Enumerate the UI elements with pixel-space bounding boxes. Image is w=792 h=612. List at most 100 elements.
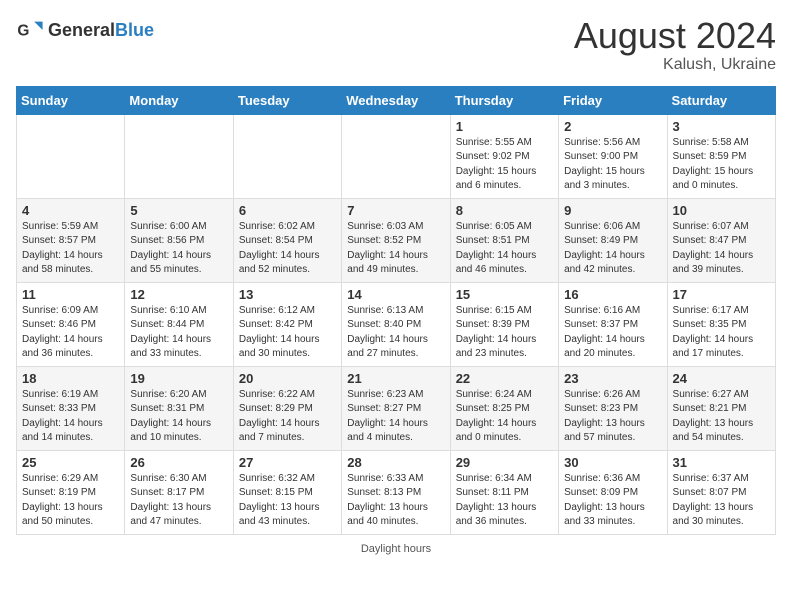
calendar-day-cell: 25Sunrise: 6:29 AM Sunset: 8:19 PM Dayli… bbox=[17, 450, 125, 534]
calendar-day-cell: 30 Sunrise: 6:36 AM Sunset: 8:09 PM Dayli… bbox=[559, 450, 667, 534]
calendar-day-cell: 6 Sunrise: 6:02 AM Sunset: 8:54 PM Daylig… bbox=[233, 198, 341, 282]
day-number: 22 bbox=[456, 371, 553, 386]
day-info: Sunrise: 6:00 AM Sunset: 8:56 PM Dayligh… bbox=[130, 220, 227, 278]
calendar-day-cell: 11 Sunrise: 6:09 AM Sunset: 8:46 PM Dayli… bbox=[17, 282, 125, 366]
day-info: Sunrise: 6:07 AM Sunset: 8:47 PM Dayligh… bbox=[673, 220, 770, 278]
day-info: Sunrise: 5:58 AM Sunset: 8:59 PM Dayligh… bbox=[673, 136, 770, 194]
calendar-day-cell bbox=[233, 114, 341, 198]
day-number: 6 bbox=[239, 203, 336, 218]
calendar-day-header: Thursday bbox=[450, 86, 558, 114]
day-info: Sunrise: 6:12 AM Sunset: 8:42 PM Dayligh… bbox=[239, 304, 336, 362]
footer-note: Daylight hours bbox=[16, 543, 776, 555]
calendar-day-cell: 9Sunrise: 6:06 AM Sunset: 8:49 PM Daylig… bbox=[559, 198, 667, 282]
day-info: Sunrise: 5:55 AM Sunset: 9:02 PM Dayligh… bbox=[456, 136, 553, 194]
day-info: Sunrise: 6:36 AM Sunset: 8:09 PM Dayligh… bbox=[564, 472, 661, 530]
logo: G GeneralBlue bbox=[16, 16, 154, 44]
calendar-day-cell: 24 Sunrise: 6:27 AM Sunset: 8:21 PM Dayli… bbox=[667, 366, 775, 450]
calendar-day-header: Saturday bbox=[667, 86, 775, 114]
day-number: 30 bbox=[564, 455, 661, 470]
day-info: Sunrise: 6:33 AM Sunset: 8:13 PM Dayligh… bbox=[347, 472, 444, 530]
calendar-day-cell bbox=[342, 114, 450, 198]
day-number: 23 bbox=[564, 371, 661, 386]
day-info: Sunrise: 6:20 AM Sunset: 8:31 PM Dayligh… bbox=[130, 388, 227, 446]
calendar-day-cell: 26Sunrise: 6:30 AM Sunset: 8:17 PM Dayli… bbox=[125, 450, 233, 534]
calendar-day-cell: 13Sunrise: 6:12 AM Sunset: 8:42 PM Dayli… bbox=[233, 282, 341, 366]
svg-text:G: G bbox=[17, 23, 29, 40]
calendar-day-cell: 4Sunrise: 5:59 AM Sunset: 8:57 PM Daylig… bbox=[17, 198, 125, 282]
calendar-day-cell: 20Sunrise: 6:22 AM Sunset: 8:29 PM Dayli… bbox=[233, 366, 341, 450]
day-info: Sunrise: 6:02 AM Sunset: 8:54 PM Dayligh… bbox=[239, 220, 336, 278]
calendar-week-row: 18 Sunrise: 6:19 AM Sunset: 8:33 PM Dayli… bbox=[17, 366, 776, 450]
calendar-header-row: SundayMondayTuesdayWednesdayThursdayFrid… bbox=[17, 86, 776, 114]
day-number: 4 bbox=[22, 203, 119, 218]
calendar-day-cell: 27Sunrise: 6:32 AM Sunset: 8:15 PM Dayli… bbox=[233, 450, 341, 534]
logo-icon: G bbox=[16, 16, 44, 44]
calendar-week-row: 11 Sunrise: 6:09 AM Sunset: 8:46 PM Dayli… bbox=[17, 282, 776, 366]
calendar-day-header: Wednesday bbox=[342, 86, 450, 114]
day-info: Sunrise: 6:09 AM Sunset: 8:46 PM Dayligh… bbox=[22, 304, 119, 362]
day-info: Sunrise: 6:26 AM Sunset: 8:23 PM Dayligh… bbox=[564, 388, 661, 446]
day-number: 10 bbox=[673, 203, 770, 218]
day-number: 21 bbox=[347, 371, 444, 386]
day-info: Sunrise: 6:19 AM Sunset: 8:33 PM Dayligh… bbox=[22, 388, 119, 446]
calendar-day-cell: 29 Sunrise: 6:34 AM Sunset: 8:11 PM Dayli… bbox=[450, 450, 558, 534]
day-number: 31 bbox=[673, 455, 770, 470]
day-info: Sunrise: 6:03 AM Sunset: 8:52 PM Dayligh… bbox=[347, 220, 444, 278]
calendar-day-cell: 17 Sunrise: 6:17 AM Sunset: 8:35 PM Dayli… bbox=[667, 282, 775, 366]
calendar-day-cell: 18 Sunrise: 6:19 AM Sunset: 8:33 PM Dayli… bbox=[17, 366, 125, 450]
calendar-day-cell: 14 Sunrise: 6:13 AM Sunset: 8:40 PM Dayli… bbox=[342, 282, 450, 366]
day-info: Sunrise: 6:13 AM Sunset: 8:40 PM Dayligh… bbox=[347, 304, 444, 362]
calendar-day-cell: 5 Sunrise: 6:00 AM Sunset: 8:56 PM Daylig… bbox=[125, 198, 233, 282]
day-number: 20 bbox=[239, 371, 336, 386]
day-number: 16 bbox=[564, 287, 661, 302]
calendar-day-cell: 23 Sunrise: 6:26 AM Sunset: 8:23 PM Dayli… bbox=[559, 366, 667, 450]
day-number: 19 bbox=[130, 371, 227, 386]
day-number: 14 bbox=[347, 287, 444, 302]
day-number: 18 bbox=[22, 371, 119, 386]
calendar-day-header: Sunday bbox=[17, 86, 125, 114]
day-number: 24 bbox=[673, 371, 770, 386]
calendar-day-cell: 22 Sunrise: 6:24 AM Sunset: 8:25 PM Dayli… bbox=[450, 366, 558, 450]
calendar-day-cell: 28 Sunrise: 6:33 AM Sunset: 8:13 PM Dayli… bbox=[342, 450, 450, 534]
day-number: 29 bbox=[456, 455, 553, 470]
calendar-day-cell: 10 Sunrise: 6:07 AM Sunset: 8:47 PM Dayli… bbox=[667, 198, 775, 282]
calendar-day-header: Monday bbox=[125, 86, 233, 114]
day-info: Sunrise: 6:17 AM Sunset: 8:35 PM Dayligh… bbox=[673, 304, 770, 362]
calendar-day-cell: 31 Sunrise: 6:37 AM Sunset: 8:07 PM Dayli… bbox=[667, 450, 775, 534]
day-number: 27 bbox=[239, 455, 336, 470]
day-info: Sunrise: 6:29 AM Sunset: 8:19 PM Dayligh… bbox=[22, 472, 119, 530]
day-number: 2 bbox=[564, 119, 661, 134]
page-header: G GeneralBlue August 2024 Kalush, Ukrain… bbox=[16, 16, 776, 74]
day-number: 15 bbox=[456, 287, 553, 302]
calendar-week-row: 4Sunrise: 5:59 AM Sunset: 8:57 PM Daylig… bbox=[17, 198, 776, 282]
day-info: Sunrise: 6:15 AM Sunset: 8:39 PM Dayligh… bbox=[456, 304, 553, 362]
logo-general-text: General bbox=[48, 20, 115, 40]
day-number: 8 bbox=[456, 203, 553, 218]
calendar-day-cell: 1 Sunrise: 5:55 AM Sunset: 9:02 PM Daylig… bbox=[450, 114, 558, 198]
day-info: Sunrise: 6:34 AM Sunset: 8:11 PM Dayligh… bbox=[456, 472, 553, 530]
day-number: 1 bbox=[456, 119, 553, 134]
calendar-day-cell: 21 Sunrise: 6:23 AM Sunset: 8:27 PM Dayli… bbox=[342, 366, 450, 450]
day-number: 12 bbox=[130, 287, 227, 302]
calendar-week-row: 25Sunrise: 6:29 AM Sunset: 8:19 PM Dayli… bbox=[17, 450, 776, 534]
day-number: 26 bbox=[130, 455, 227, 470]
day-number: 3 bbox=[673, 119, 770, 134]
day-info: Sunrise: 6:27 AM Sunset: 8:21 PM Dayligh… bbox=[673, 388, 770, 446]
day-number: 7 bbox=[347, 203, 444, 218]
day-number: 5 bbox=[130, 203, 227, 218]
location-subtitle: Kalush, Ukraine bbox=[574, 56, 776, 74]
day-info: Sunrise: 6:16 AM Sunset: 8:37 PM Dayligh… bbox=[564, 304, 661, 362]
day-info: Sunrise: 6:37 AM Sunset: 8:07 PM Dayligh… bbox=[673, 472, 770, 530]
calendar-day-cell bbox=[17, 114, 125, 198]
day-number: 9 bbox=[564, 203, 661, 218]
title-block: August 2024 Kalush, Ukraine bbox=[574, 16, 776, 74]
day-info: Sunrise: 6:23 AM Sunset: 8:27 PM Dayligh… bbox=[347, 388, 444, 446]
day-number: 17 bbox=[673, 287, 770, 302]
calendar-day-cell: 16 Sunrise: 6:16 AM Sunset: 8:37 PM Dayli… bbox=[559, 282, 667, 366]
day-number: 11 bbox=[22, 287, 119, 302]
calendar-day-cell: 2Sunrise: 5:56 AM Sunset: 9:00 PM Daylig… bbox=[559, 114, 667, 198]
day-number: 28 bbox=[347, 455, 444, 470]
month-year-title: August 2024 bbox=[574, 16, 776, 56]
day-info: Sunrise: 6:24 AM Sunset: 8:25 PM Dayligh… bbox=[456, 388, 553, 446]
calendar-day-cell bbox=[125, 114, 233, 198]
